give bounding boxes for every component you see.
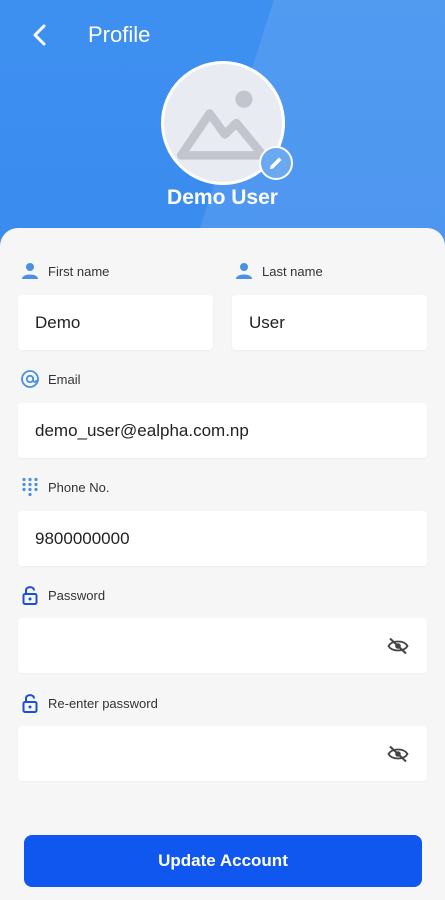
phone-value: 9800000000 — [35, 528, 130, 548]
back-button[interactable] — [22, 18, 58, 52]
pencil-icon — [270, 157, 282, 169]
lock-icon — [20, 585, 40, 605]
last-name-label-text: Last name — [262, 263, 323, 279]
page-title: Profile — [88, 22, 151, 47]
eye-off-icon — [387, 637, 409, 654]
phone-label-text: Phone No. — [48, 479, 110, 495]
password-label: Password — [20, 585, 105, 605]
password-label-text: Password — [48, 587, 106, 603]
edit-avatar-button[interactable] — [259, 146, 293, 180]
chevron-left-icon — [33, 24, 46, 46]
email-value: demo_user@ealpha.com.np — [35, 420, 249, 440]
reenter-password-field[interactable] — [18, 726, 427, 781]
last-name-value: User — [249, 312, 285, 332]
first-name-label-text: First name — [48, 263, 110, 279]
lock-icon — [20, 693, 40, 713]
dialpad-icon — [20, 477, 40, 497]
first-name-field[interactable]: Demo — [18, 295, 213, 350]
update-account-button[interactable]: Update Account — [24, 835, 422, 887]
reenter-password-label-text: Re-enter password — [48, 695, 158, 711]
eye-off-icon — [387, 745, 409, 762]
first-name-label: First name — [20, 261, 109, 281]
last-name-label: Last name — [234, 261, 323, 281]
toggle-password-visibility-button[interactable] — [385, 633, 411, 659]
profile-form: First name Demo Last name User Email dem… — [0, 228, 445, 900]
at-icon — [20, 369, 40, 389]
email-field[interactable]: demo_user@ealpha.com.np — [18, 403, 427, 458]
phone-label: Phone No. — [20, 477, 109, 497]
update-account-label: Update Account — [158, 851, 288, 870]
password-field[interactable] — [18, 618, 427, 673]
reenter-password-label: Re-enter password — [20, 693, 158, 713]
last-name-field[interactable]: User — [232, 295, 427, 350]
user-display-name: Demo User — [167, 186, 278, 209]
person-icon — [20, 261, 40, 281]
toggle-reenter-password-visibility-button[interactable] — [385, 741, 411, 767]
phone-field[interactable]: 9800000000 — [18, 511, 427, 566]
first-name-value: Demo — [35, 312, 81, 332]
profile-header: Profile Demo User — [0, 0, 445, 250]
email-label-text: Email — [48, 371, 81, 387]
person-icon — [234, 261, 254, 281]
email-label: Email — [20, 369, 81, 389]
